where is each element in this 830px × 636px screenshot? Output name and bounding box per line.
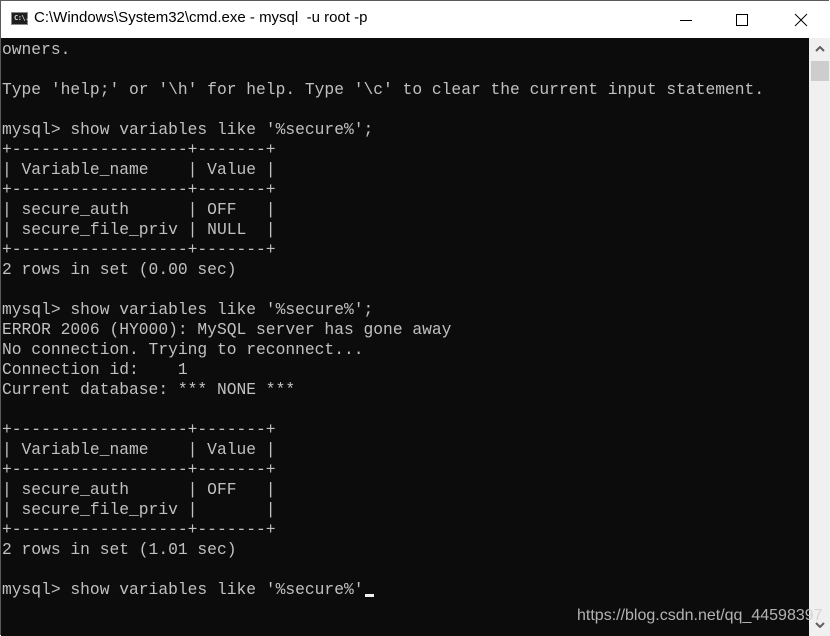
maximize-button[interactable] [714, 1, 770, 38]
window-title: C:\Windows\System32\cmd.exe - mysql -u r… [34, 9, 368, 26]
title-bar[interactable]: C:\. C:\Windows\System32\cmd.exe - mysql… [1, 1, 830, 38]
terminal-line: +------------------+-------+ [2, 240, 276, 259]
chevron-up-icon [815, 46, 825, 52]
terminal-line: owners. [2, 40, 71, 59]
close-icon [794, 13, 808, 26]
maximize-icon [736, 13, 748, 26]
terminal-line: +------------------+-------+ [2, 140, 276, 159]
terminal-line: | secure_file_priv | NULL | [2, 220, 276, 239]
terminal-line: 2 rows in set (0.00 sec) [2, 260, 237, 279]
vertical-scrollbar[interactable] [809, 38, 830, 636]
terminal-line: ERROR 2006 (HY000): MySQL server has gon… [2, 320, 452, 339]
terminal-line: +------------------+-------+ [2, 460, 276, 479]
terminal-line: 2 rows in set (1.01 sec) [2, 540, 237, 559]
terminal-line: Connection id: 1 [2, 360, 188, 379]
terminal-line: mysql> show variables like '%secure%'; [2, 120, 374, 139]
terminal-line: +------------------+-------+ [2, 180, 276, 199]
terminal-line: | secure_auth | OFF | [2, 200, 276, 219]
terminal-line: Current database: *** NONE *** [2, 380, 296, 399]
minimize-button[interactable] [658, 1, 714, 38]
scroll-thumb[interactable] [811, 61, 829, 81]
cmd-icon-label: C:\. [14, 14, 29, 22]
terminal-prompt-line: mysql> show variables like '%secure%' [2, 580, 374, 600]
terminal-line: | Variable_name | Value | [2, 160, 276, 179]
scroll-up-button[interactable] [809, 38, 830, 60]
cmd-app-icon[interactable]: C:\. [11, 12, 29, 25]
terminal-line: mysql> show variables like '%secure%'; [2, 300, 374, 319]
terminal-line: | Variable_name | Value | [2, 440, 276, 459]
terminal-line: +------------------+-------+ [2, 520, 276, 539]
terminal-line: | secure_auth | OFF | [2, 480, 276, 499]
close-button[interactable] [773, 1, 829, 38]
terminal-line: +------------------+-------+ [2, 420, 276, 439]
terminal-line: | secure_file_priv | | [2, 500, 276, 519]
text-cursor [364, 594, 374, 597]
terminal-output[interactable]: owners. Type 'help;' or '\h' for help. Ty… [1, 38, 809, 636]
terminal-line: Type 'help;' or '\h' for help. Type '\c'… [2, 80, 765, 99]
cmd-window: C:\. C:\Windows\System32\cmd.exe - mysql… [0, 0, 830, 636]
terminal-line: No connection. Trying to reconnect... [2, 340, 364, 359]
watermark-url: https://blog.csdn.net/qq_44598397 [577, 607, 823, 624]
minimize-icon [680, 19, 692, 21]
